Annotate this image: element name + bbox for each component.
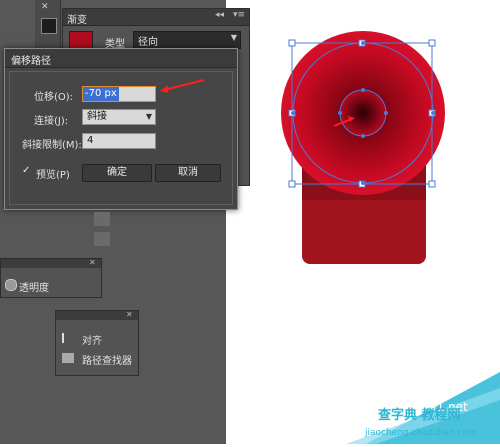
collapse-icon[interactable]: ◂◂ [215,10,224,20]
type-select-value: 径向 [138,37,158,48]
tool-icon[interactable] [94,232,110,246]
chevron-down-icon: ▼ [145,112,152,121]
anchor-point-left[interactable] [291,111,295,115]
align-panel: ✕ 对齐 路径查找器 [55,310,139,376]
dialog-title: 偏移路径 [11,56,51,67]
cancel-button[interactable]: 取消 [155,164,221,182]
join-select[interactable]: 斜接 ▼ [82,109,156,125]
pathfinder-label[interactable]: 路径查找器 [82,352,132,367]
inner-anchor-top[interactable] [361,88,365,92]
anchor-point-right[interactable] [431,111,435,115]
inner-circle[interactable] [339,89,387,137]
offset-label: 位移(O): [34,92,74,103]
align-icon [62,333,76,343]
preview-checkbox[interactable]: ✓ [22,166,32,176]
artwork-svg[interactable] [226,0,500,444]
panel-header[interactable] [1,259,101,268]
miter-limit-value: 4 [87,135,94,146]
offset-path-dialog: 偏移路径 [4,48,238,210]
align-label[interactable]: 对齐 [82,332,102,347]
handle-top-right[interactable] [428,39,436,47]
join-label: 连接(J): [34,116,69,127]
tool-strip: ✕ [35,0,61,50]
transparency-label[interactable]: 透明度 [19,279,49,294]
anchor-point-top[interactable] [361,41,365,45]
chevron-down-icon: ▼ [230,33,237,42]
artboard-canvas[interactable] [226,0,500,444]
close-icon[interactable]: ✕ [41,2,49,12]
inner-anchor-left[interactable] [338,111,342,115]
miter-limit-label: 斜接限制(M): [22,140,82,151]
handle-bottom-left[interactable] [288,180,296,188]
tool-icon[interactable] [94,212,110,226]
offset-input-value: -70 px [83,87,119,101]
transparency-icon [5,279,17,291]
annotation-arrow-dialog [160,79,205,93]
ok-button[interactable]: 确定 [82,164,152,182]
handle-bottom-right[interactable] [428,180,436,188]
transparency-panel: ✕ 透明度 [0,258,102,298]
panel-title: 渐变 [67,15,87,26]
close-icon[interactable]: ✕ [126,310,133,319]
handle-top-left[interactable] [288,39,296,47]
menu-icon[interactable]: ▾≡ [233,10,245,20]
anchor-point-bottom[interactable] [361,181,365,185]
watermark-text: 查字典 教程网 [378,408,461,423]
inner-anchor-bottom[interactable] [361,134,365,138]
type-select[interactable]: 径向 ▼ [133,31,241,49]
miter-limit-input[interactable]: 4 [82,133,156,149]
close-icon[interactable]: ✕ [89,258,96,267]
offset-input[interactable]: -70 px [82,86,156,102]
pathfinder-icon [62,353,74,363]
inner-anchor-right[interactable] [384,111,388,115]
watermark-subtext: jiaocheng.chazidian.com [365,428,477,438]
swatch-icon[interactable] [41,18,57,34]
preview-label: 预览(P) [36,170,70,181]
join-select-value: 斜接 [87,111,107,122]
